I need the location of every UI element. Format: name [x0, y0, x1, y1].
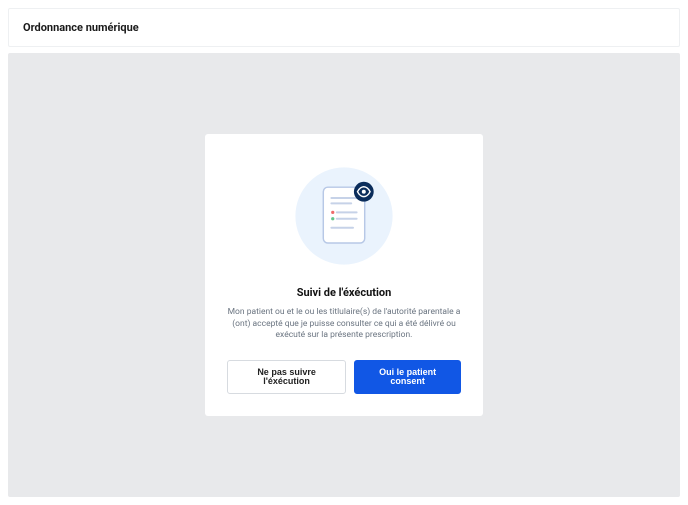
consent-dialog: Suivi de l'éxécution Mon patient ou et l…	[205, 134, 483, 415]
page-body: Suivi de l'éxécution Mon patient ou et l…	[8, 53, 680, 497]
decline-tracking-button[interactable]: Ne pas suivre l'éxécution	[227, 360, 346, 394]
page-root: Ordonnance numérique	[0, 0, 688, 505]
consent-button[interactable]: Oui le patient consent	[354, 360, 461, 394]
page-title: Ordonnance numérique	[23, 21, 665, 34]
execution-tracking-illustration	[290, 162, 398, 270]
dialog-actions: Ne pas suivre l'éxécution Oui le patient…	[227, 360, 461, 394]
document-eye-icon	[290, 162, 398, 270]
dialog-description: Mon patient ou et le ou les titlulaire(s…	[227, 307, 461, 341]
page-header: Ordonnance numérique	[8, 8, 680, 47]
dialog-title: Suivi de l'éxécution	[297, 286, 392, 299]
